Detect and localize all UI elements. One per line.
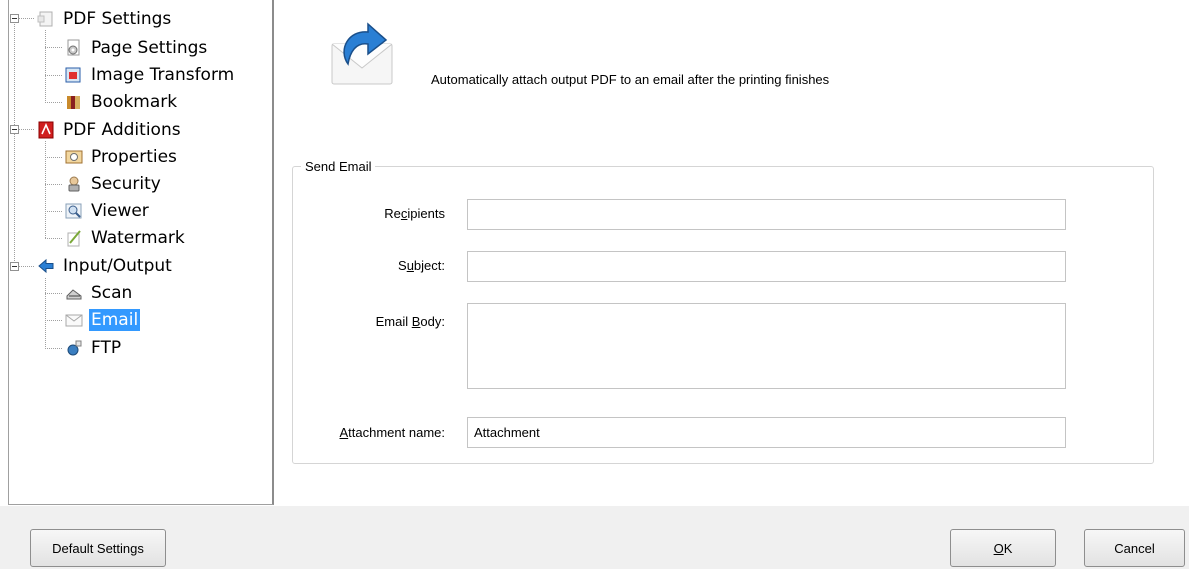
tree-item-label: Properties	[91, 147, 177, 167]
tree-item-email[interactable]: Email	[65, 308, 141, 332]
tree-item-label: Viewer	[91, 201, 149, 221]
ftp-icon	[67, 340, 82, 356]
watermark-icon	[67, 230, 81, 247]
recipients-input[interactable]	[467, 199, 1066, 230]
tree-item-label: PDF Additions	[63, 120, 181, 140]
collapse-toggle-input-output[interactable]	[10, 262, 19, 271]
image-transform-icon	[65, 67, 81, 83]
email-body-textarea[interactable]	[467, 303, 1066, 389]
tree-item-input-output[interactable]: Input/Output	[37, 254, 174, 278]
tree-item-pdf-additions[interactable]: PDF Additions	[37, 118, 183, 142]
tree-item-label: Scan	[91, 283, 133, 303]
attachment-name-label: Attachment name:	[339, 425, 446, 440]
tree-item-pdf-settings[interactable]: PDF Settings	[37, 7, 173, 31]
tree-item-label: Bookmark	[91, 92, 178, 112]
page-settings-icon	[67, 39, 80, 56]
tree-item-ftp[interactable]: FTP	[65, 336, 123, 360]
default-settings-button[interactable]: Default Settings	[30, 529, 166, 567]
tree-item-label: Page Settings	[91, 38, 208, 58]
send-email-group: Send Email Recipients Subject: Email Bod…	[292, 159, 1154, 464]
collapse-toggle-pdf-additions[interactable]	[10, 125, 19, 134]
collapse-toggle-pdf-settings[interactable]	[10, 14, 19, 23]
properties-icon	[65, 150, 83, 164]
tree-item-viewer[interactable]: Viewer	[65, 199, 151, 223]
security-icon	[68, 176, 80, 192]
pdf-settings-icon	[37, 11, 53, 27]
tree-item-label: Input/Output	[63, 256, 172, 276]
viewer-icon	[65, 203, 82, 219]
tree-item-label: Watermark	[91, 228, 185, 248]
tree-item-properties[interactable]: Properties	[65, 145, 179, 169]
tree-item-label: Image Transform	[91, 65, 235, 85]
tree-item-watermark[interactable]: Watermark	[65, 226, 187, 250]
tree-item-label: Security	[91, 174, 161, 194]
pdf-additions-icon	[38, 121, 54, 139]
tree-item-page-settings[interactable]: Page Settings	[65, 36, 209, 60]
recipients-label: Recipients	[384, 206, 445, 221]
ok-button[interactable]: OK	[950, 529, 1056, 567]
input-output-icon	[38, 258, 54, 274]
tree-item-label: Email	[89, 309, 141, 331]
subject-label: Subject:	[398, 258, 445, 273]
subject-input[interactable]	[467, 251, 1066, 282]
bookmark-icon	[67, 96, 80, 109]
tree-item-scan[interactable]: Scan	[65, 281, 134, 305]
tree-item-image-transform[interactable]: Image Transform	[65, 63, 236, 87]
feature-description: Automatically attach output PDF to an em…	[431, 72, 830, 87]
tree-item-bookmark[interactable]: Bookmark	[65, 90, 179, 114]
cancel-button[interactable]: Cancel	[1084, 529, 1185, 567]
tree-item-label: PDF Settings	[63, 9, 172, 29]
dialog-button-bar: Default Settings OK Cancel	[0, 506, 1189, 569]
attachment-name-input[interactable]: Attachment	[467, 417, 1066, 448]
email-settings-panel: Automatically attach output PDF to an em…	[276, 0, 1189, 505]
scan-icon	[66, 289, 82, 300]
settings-tree[interactable]: PDF Settings Page Settings Image Transfo…	[8, 0, 274, 505]
group-title: Send Email	[301, 159, 376, 174]
email-body-label: Email Body:	[375, 314, 445, 329]
email-attach-icon	[331, 22, 393, 85]
tree-item-label: FTP	[91, 338, 122, 358]
email-icon	[65, 314, 83, 327]
tree-item-security[interactable]: Security	[65, 172, 163, 196]
